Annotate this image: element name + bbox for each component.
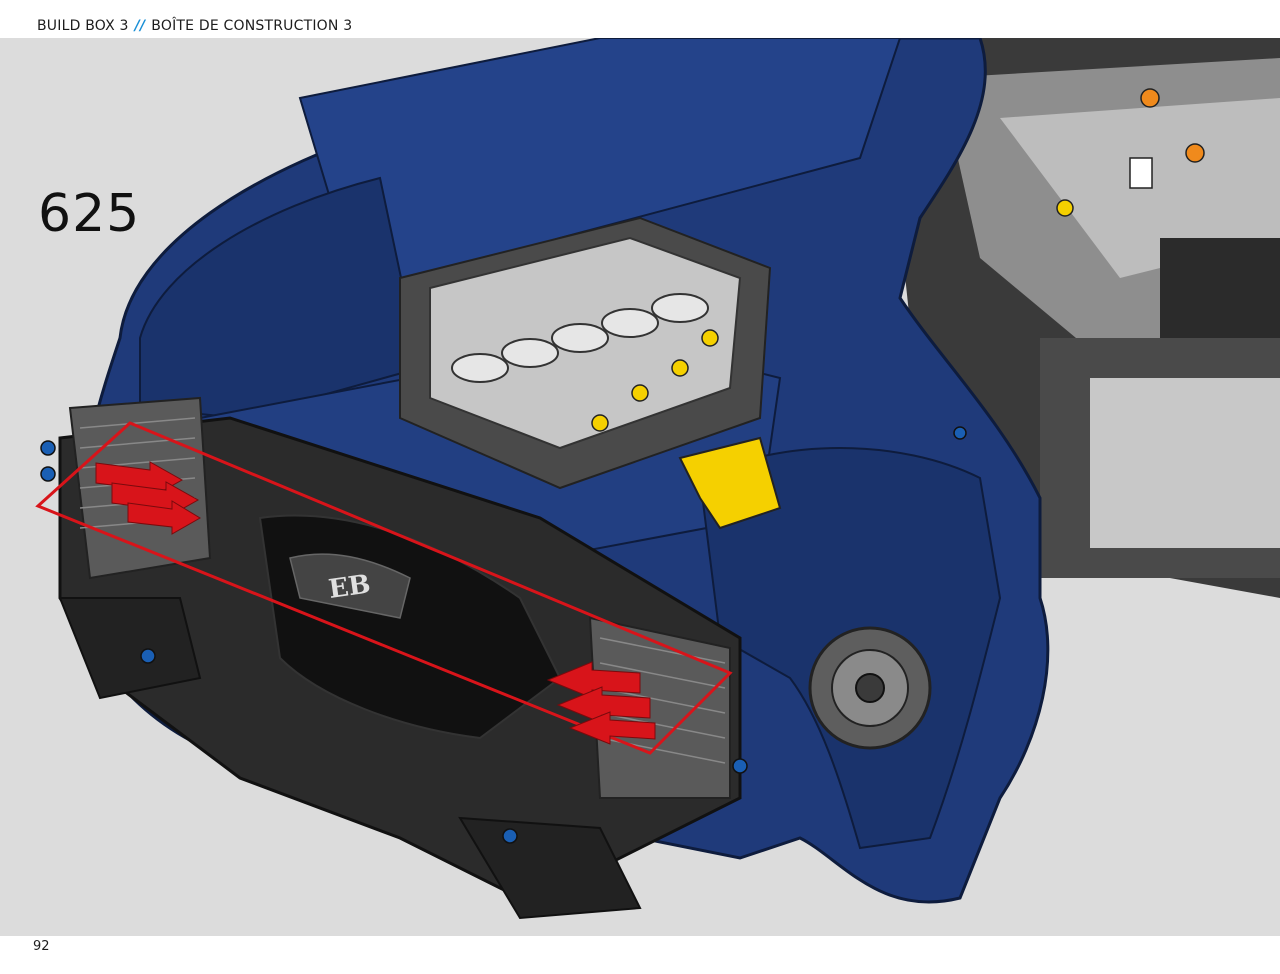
wheel-hub xyxy=(808,626,932,750)
illustration-canvas: EB 625 xyxy=(0,38,1280,936)
header-breadcrumb: BUILD BOX 3 // BOÎTE DE CONSTRUCTION 3 xyxy=(37,18,352,34)
header-left-label: BUILD BOX 3 xyxy=(37,18,129,34)
logo-mark: EB xyxy=(327,569,373,605)
page-number: 92 xyxy=(33,939,50,954)
instruction-page: BUILD BOX 3 // BOÎTE DE CONSTRUCTION 3 EB … xyxy=(0,0,1280,974)
step-number: 625 xyxy=(38,184,141,244)
model-illustration: EB xyxy=(35,38,1280,920)
page-footer: 92 xyxy=(0,936,1280,974)
header-right-label: BOÎTE DE CONSTRUCTION 3 xyxy=(151,18,353,34)
header-separator: // xyxy=(134,18,146,34)
page-header: BUILD BOX 3 // BOÎTE DE CONSTRUCTION 3 xyxy=(0,0,1280,38)
